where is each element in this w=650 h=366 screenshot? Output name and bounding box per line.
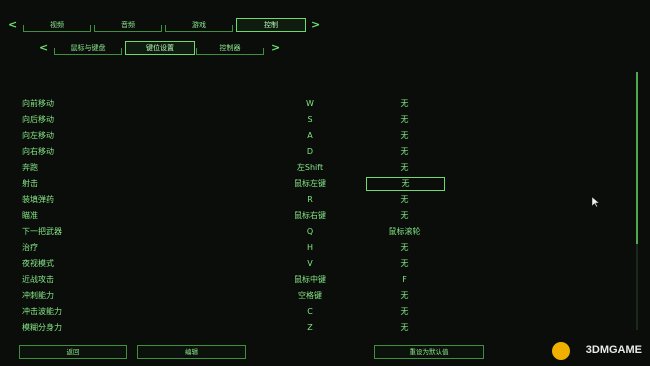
secondary-key[interactable]: 鼠标滚轮 xyxy=(366,224,443,240)
secondary-key[interactable]: 无 xyxy=(366,128,443,144)
top-tabs-prev-arrow[interactable]: < xyxy=(8,19,17,31)
sub-tabs-prev-arrow[interactable]: < xyxy=(39,42,48,54)
action-label: 近战攻击 xyxy=(22,275,54,284)
keybind-row[interactable]: 夜视模式 V 无 xyxy=(0,256,640,272)
action-label: 下一把武器 xyxy=(22,227,62,236)
primary-key[interactable]: 左Shift xyxy=(270,160,350,176)
action-label: 向前移动 xyxy=(22,99,54,108)
keybind-row[interactable]: 向后移动 S 无 xyxy=(0,112,640,128)
action-label: 治疗 xyxy=(22,243,38,252)
mouse-cursor-icon xyxy=(592,197,600,207)
keybind-row[interactable]: 下一把武器 Q 鼠标滚轮 xyxy=(0,224,640,240)
primary-key[interactable]: H xyxy=(270,240,350,256)
action-label: 冲刺能力 xyxy=(22,291,54,300)
keybind-row[interactable]: 向右移动 D 无 xyxy=(0,144,640,160)
secondary-key[interactable]: 无 xyxy=(366,304,443,320)
keybind-row[interactable]: 瞄准 鼠标右键 无 xyxy=(0,208,640,224)
watermark-text: 3DMGAME xyxy=(585,344,642,356)
secondary-key[interactable]: F xyxy=(366,272,443,288)
primary-key[interactable]: W xyxy=(270,96,350,112)
action-label: 向后移动 xyxy=(22,115,54,124)
primary-key[interactable]: D xyxy=(270,144,350,160)
keybind-row[interactable]: 奔跑 左Shift 无 xyxy=(0,160,640,176)
keybind-row[interactable]: 冲击波能力 C 无 xyxy=(0,304,640,320)
subtab-keybindings[interactable]: 键位设置 xyxy=(125,41,195,55)
primary-key[interactable]: 鼠标右键 xyxy=(270,208,350,224)
tab-video[interactable]: 视频 xyxy=(23,19,91,32)
secondary-key[interactable]: 无 xyxy=(366,288,443,304)
secondary-key[interactable]: 无 xyxy=(366,256,443,272)
back-button[interactable]: 返回 xyxy=(19,345,127,359)
secondary-key[interactable]: 无 xyxy=(366,240,443,256)
tab-audio[interactable]: 音频 xyxy=(94,19,162,32)
keybind-row[interactable]: 模糊分身力 Z 无 xyxy=(0,320,640,336)
action-label: 向右移动 xyxy=(22,147,54,156)
action-label: 夜视模式 xyxy=(22,259,54,268)
secondary-key[interactable]: 无 xyxy=(366,320,443,336)
subtab-controller[interactable]: 控制器 xyxy=(196,42,264,55)
secondary-key[interactable]: 无 xyxy=(366,192,443,208)
action-label: 射击 xyxy=(22,179,38,188)
keybind-row[interactable]: 装填弹药 R 无 xyxy=(0,192,640,208)
primary-key[interactable]: A xyxy=(270,128,350,144)
action-label: 模糊分身力 xyxy=(22,323,62,332)
primary-key[interactable]: V xyxy=(270,256,350,272)
watermark-logo-icon xyxy=(552,342,570,360)
primary-key[interactable]: Q xyxy=(270,224,350,240)
action-label: 瞄准 xyxy=(22,211,38,220)
keybind-row-selected[interactable]: 射击 鼠标左键 无 xyxy=(0,176,640,192)
primary-key[interactable]: 鼠标左键 xyxy=(270,176,350,192)
secondary-key[interactable]: 无 xyxy=(366,96,443,112)
action-label: 奔跑 xyxy=(22,163,38,172)
action-label: 向左移动 xyxy=(22,131,54,140)
action-label: 装填弹药 xyxy=(22,195,54,204)
primary-key[interactable]: S xyxy=(270,112,350,128)
keybind-row[interactable]: 向左移动 A 无 xyxy=(0,128,640,144)
secondary-key[interactable]: 无 xyxy=(366,208,443,224)
tab-controls[interactable]: 控制 xyxy=(236,18,306,32)
reset-defaults-button[interactable]: 重设为默认值 xyxy=(374,345,484,359)
action-label: 冲击波能力 xyxy=(22,307,62,316)
primary-key[interactable]: Z xyxy=(270,320,350,336)
scrollbar-thumb[interactable] xyxy=(636,72,638,244)
sub-tabs-next-arrow[interactable]: > xyxy=(271,42,280,54)
edit-button[interactable]: 编辑 xyxy=(137,345,246,359)
primary-key[interactable]: 空格键 xyxy=(270,288,350,304)
tab-game[interactable]: 游戏 xyxy=(165,19,233,32)
primary-key[interactable]: R xyxy=(270,192,350,208)
secondary-key-selected[interactable]: 无 xyxy=(366,177,445,191)
primary-key[interactable]: 鼠标中键 xyxy=(270,272,350,288)
keybind-row[interactable]: 冲刺能力 空格键 无 xyxy=(0,288,640,304)
secondary-key[interactable]: 无 xyxy=(366,160,443,176)
secondary-key[interactable]: 无 xyxy=(366,144,443,160)
keybind-row[interactable]: 向前移动 W 无 xyxy=(0,96,640,112)
keybind-row[interactable]: 近战攻击 鼠标中键 F xyxy=(0,272,640,288)
secondary-key[interactable]: 无 xyxy=(366,112,443,128)
keybind-list: 向前移动 W 无 向后移动 S 无 向左移动 A 无 向右移动 D 无 奔跑 左… xyxy=(0,96,640,336)
primary-key[interactable]: C xyxy=(270,304,350,320)
keybind-row[interactable]: 治疗 H 无 xyxy=(0,240,640,256)
top-tabs-next-arrow[interactable]: > xyxy=(311,19,320,31)
subtab-mouse-keyboard[interactable]: 鼠标与键盘 xyxy=(54,42,122,55)
